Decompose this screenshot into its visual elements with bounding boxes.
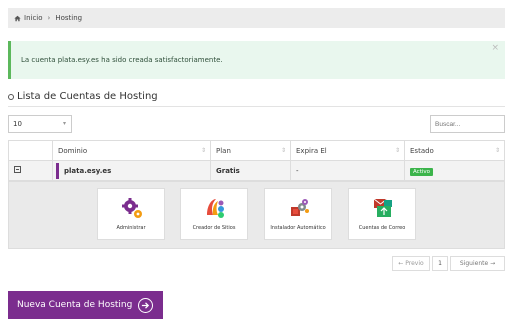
sort-icon: ⇕ bbox=[394, 147, 400, 154]
sort-icon: ⇕ bbox=[280, 147, 286, 154]
breadcrumb-current: Hosting bbox=[55, 14, 83, 22]
gears-icon bbox=[122, 198, 142, 218]
accent-bar bbox=[56, 163, 59, 179]
table-header-row: Dominio ⇕ Plan ⇕ Expira El ⇕ Estado ⇕ bbox=[8, 140, 505, 161]
hosting-accounts-table: Dominio ⇕ Plan ⇕ Expira El ⇕ Estado ⇕ plata.… bbox=[8, 140, 505, 181]
account-detail-panel bbox=[8, 181, 505, 249]
sort-icon: ⇕ bbox=[494, 147, 500, 154]
success-alert: La cuenta plata.esy.es ha sido creada sa… bbox=[8, 41, 505, 79]
table-header-expand bbox=[8, 140, 53, 161]
circle-bullet-icon bbox=[8, 93, 14, 100]
plan-cell: Gratis bbox=[210, 160, 291, 181]
page-size-select[interactable]: 10 ▾ bbox=[8, 115, 72, 133]
expand-cell[interactable] bbox=[8, 160, 53, 181]
close-icon[interactable]: × bbox=[491, 43, 499, 53]
tile-creador-de-sitios[interactable]: Creador de Sitios bbox=[180, 188, 248, 240]
pagination-next[interactable]: Siguiente → bbox=[450, 256, 505, 271]
new-hosting-account-button[interactable]: Nueva Cuenta de Hosting bbox=[8, 291, 163, 319]
expires-cell: - bbox=[290, 160, 405, 181]
search-input[interactable] bbox=[430, 115, 505, 133]
tile-instalador-automatico[interactable]: Instalador Automático bbox=[264, 188, 332, 240]
sort-icon: ⇕ bbox=[200, 147, 206, 154]
tile-label: Creador de Sitios bbox=[192, 225, 236, 231]
pagination-page-1[interactable]: 1 bbox=[432, 256, 448, 271]
section-title: Lista de Cuentas de Hosting bbox=[17, 91, 158, 102]
auto-installer-icon bbox=[291, 199, 309, 216]
tile-administrar[interactable]: Administrar bbox=[97, 188, 165, 240]
mail-accounts-icon bbox=[373, 198, 392, 217]
page-size-value: 10 bbox=[13, 120, 22, 128]
domain-cell: plata.esy.es bbox=[52, 160, 211, 181]
table-header-status[interactable]: Estado ⇕ bbox=[404, 140, 505, 161]
pagination-prev[interactable]: ← Previo bbox=[392, 256, 430, 271]
table-header-domain[interactable]: Dominio ⇕ bbox=[52, 140, 211, 161]
table-header-plan[interactable]: Plan ⇕ bbox=[210, 140, 291, 161]
arrow-right-circle-icon bbox=[138, 297, 154, 313]
alert-message: La cuenta plata.esy.es ha sido creada sa… bbox=[21, 56, 223, 64]
site-builder-icon bbox=[207, 199, 224, 218]
chevron-down-icon: ▾ bbox=[62, 120, 66, 127]
home-icon bbox=[14, 15, 21, 21]
table-header-expires[interactable]: Expira El ⇕ bbox=[290, 140, 405, 161]
tile-cuentas-de-correo[interactable]: Cuentas de Correo bbox=[348, 188, 416, 240]
new-hosting-account-label: Nueva Cuenta de Hosting bbox=[17, 300, 133, 310]
tile-label: Cuentas de Correo bbox=[358, 225, 406, 231]
tile-label: Administrar bbox=[116, 225, 146, 231]
breadcrumb-separator: › bbox=[47, 14, 51, 22]
breadcrumb-home-link[interactable]: Inicio bbox=[24, 14, 43, 22]
tile-label: Instalador Automático bbox=[270, 225, 326, 231]
breadcrumb: Inicio › Hosting bbox=[8, 8, 505, 28]
divider bbox=[8, 106, 505, 107]
status-cell: Activo bbox=[404, 160, 505, 181]
table-row[interactable]: plata.esy.es Gratis - Activo bbox=[8, 160, 505, 181]
collapse-icon[interactable] bbox=[14, 166, 21, 173]
section-heading: Lista de Cuentas de Hosting bbox=[8, 91, 158, 102]
status-badge: Activo bbox=[410, 167, 433, 176]
